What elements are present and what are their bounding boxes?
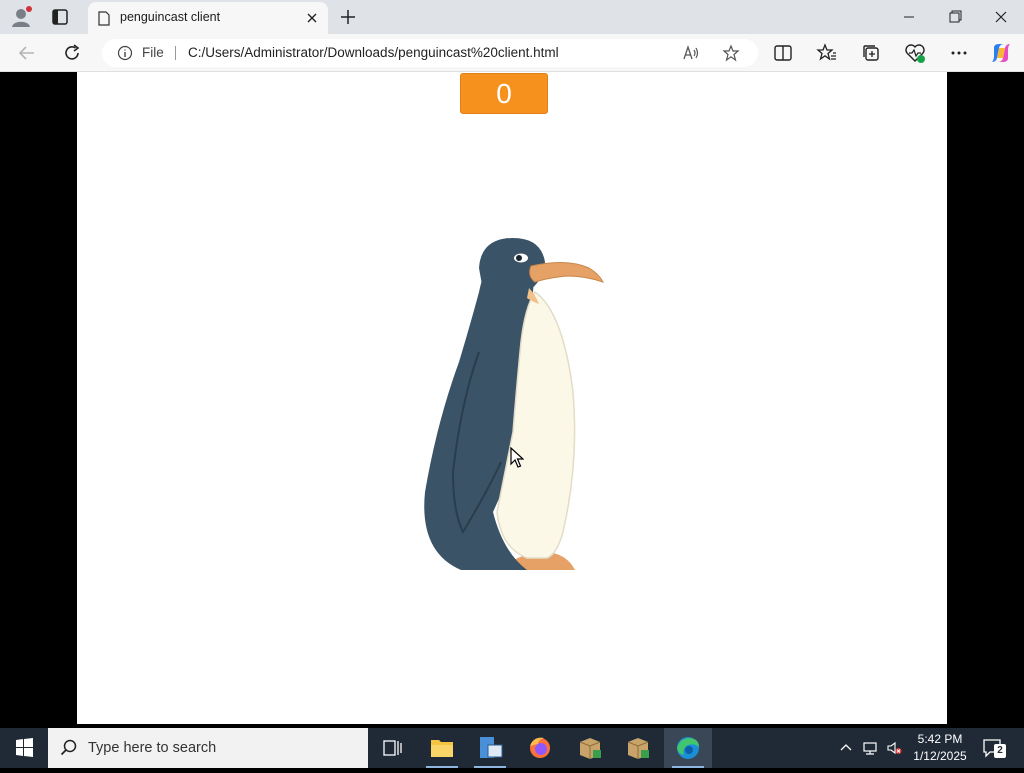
- new-tab-icon[interactable]: [338, 7, 358, 27]
- penguin-character[interactable]: [417, 232, 617, 572]
- address-scheme: File: [142, 45, 164, 60]
- more-options-icon[interactable]: [948, 42, 970, 64]
- close-tab-icon[interactable]: [304, 10, 320, 26]
- server-manager-icon: [480, 737, 503, 758]
- address-bar[interactable]: File C:/Users/Administrator/Downloads/pe…: [102, 39, 758, 67]
- document-icon: [98, 11, 110, 26]
- favorite-star-icon[interactable]: [722, 44, 740, 62]
- mouse-cursor-icon: [510, 447, 524, 468]
- file-explorer-app[interactable]: [418, 728, 466, 768]
- windows-start-icon[interactable]: [0, 728, 48, 768]
- server-manager-app[interactable]: [466, 728, 514, 768]
- notification-count: 2: [994, 744, 1006, 758]
- windows-taskbar: Type here to search 5:42 PM 1/12/2025 2: [0, 728, 1024, 768]
- game-canvas[interactable]: 0: [77, 72, 947, 724]
- clock-date: 1/12/2025: [913, 749, 967, 763]
- browser-toolbar: File C:/Users/Administrator/Downloads/pe…: [0, 34, 1024, 72]
- browser-essentials-icon[interactable]: [904, 42, 926, 64]
- package-app-1[interactable]: [566, 728, 614, 768]
- tab-penguincast[interactable]: penguincast client: [88, 2, 328, 34]
- edge-icon: [677, 737, 699, 759]
- collections-icon[interactable]: [860, 42, 882, 64]
- site-info-icon[interactable]: [117, 45, 133, 61]
- address-separator: [175, 46, 176, 60]
- favorites-icon[interactable]: [816, 42, 838, 64]
- restore-icon[interactable]: [932, 0, 978, 34]
- task-view-button[interactable]: [368, 728, 416, 768]
- browser-viewport: 0: [4, 72, 1020, 724]
- score-counter: 0: [460, 73, 548, 114]
- tab-actions-icon[interactable]: [50, 7, 70, 27]
- search-icon: [60, 739, 77, 756]
- network-icon[interactable]: [862, 740, 878, 756]
- folder-icon: [431, 740, 453, 757]
- close-window-icon[interactable]: [978, 0, 1024, 34]
- edge-app[interactable]: [664, 728, 712, 768]
- address-url[interactable]: C:/Users/Administrator/Downloads/penguin…: [188, 45, 559, 60]
- notifications-button[interactable]: 2: [982, 738, 1006, 758]
- copilot-icon[interactable]: [990, 42, 1012, 64]
- volume-muted-icon[interactable]: [886, 740, 902, 756]
- browser-title-bar: penguincast client: [0, 0, 1024, 34]
- package-icon: [627, 738, 649, 759]
- back-icon[interactable]: [16, 42, 38, 64]
- split-screen-icon[interactable]: [772, 42, 794, 64]
- read-aloud-icon[interactable]: [682, 44, 700, 62]
- minimize-icon[interactable]: [886, 0, 932, 34]
- package-app-2[interactable]: [614, 728, 662, 768]
- profile-icon[interactable]: [10, 6, 32, 28]
- clock-time: 5:42 PM: [917, 732, 963, 746]
- taskbar-search[interactable]: Type here to search: [48, 728, 368, 768]
- package-icon: [579, 738, 601, 759]
- penguin-beak: [529, 262, 604, 283]
- refresh-icon[interactable]: [61, 42, 83, 64]
- firefox-icon: [530, 737, 550, 758]
- tab-title: penguincast client: [120, 10, 221, 24]
- system-clock[interactable]: 5:42 PM 1/12/2025: [908, 731, 972, 765]
- show-hidden-icons-icon[interactable]: [838, 740, 854, 756]
- search-placeholder: Type here to search: [88, 740, 217, 756]
- firefox-app[interactable]: [516, 728, 564, 768]
- task-view-icon: [383, 740, 402, 756]
